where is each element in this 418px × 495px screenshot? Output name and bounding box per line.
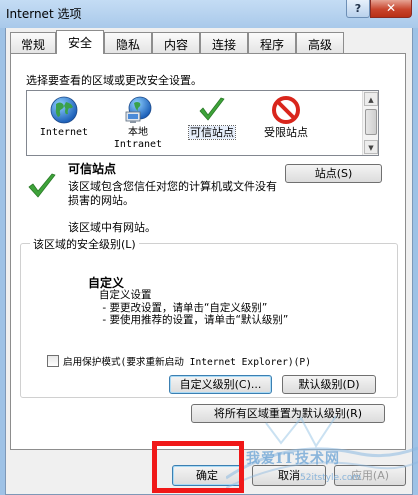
protected-mode-row[interactable]: 启用保护模式(要求重新启动 Internet Explorer)(P) — [47, 354, 311, 368]
default-level-button[interactable]: 默认级别(D) — [282, 375, 376, 394]
protected-mode-label[interactable]: 启用保护模式(要求重新启动 Internet Explorer)(P) — [63, 354, 311, 368]
window-title: Internet 选项 — [6, 7, 82, 21]
zone-item-internet[interactable]: Internet — [29, 91, 99, 139]
zone-list[interactable]: Internet 本地 Intranet 可信站点 受限站点 ▲ ▼ — [26, 90, 379, 156]
zone-label-local-intranet: 本地 Intranet — [113, 127, 163, 150]
trusted-zone-check-icon — [28, 173, 56, 198]
tab-content[interactable]: 内容 — [152, 32, 200, 53]
scroll-thumb[interactable] — [365, 109, 377, 135]
level-desc-line-3: - 要使用推荐的设置，请单击“默认级别” — [99, 314, 289, 326]
custom-level-button[interactable]: 自定义级别(C)... — [169, 375, 272, 394]
security-level-description: 自定义设置 - 要更改设置，请单击“自定义级别” - 要使用推荐的设置，请单击“… — [99, 289, 359, 327]
zone-list-scrollbar[interactable]: ▲ ▼ — [362, 91, 378, 155]
scroll-down-icon[interactable]: ▼ — [364, 140, 378, 154]
level-desc-line-1: 自定义设置 — [99, 289, 152, 301]
help-button[interactable]: ? — [346, 0, 370, 18]
zone-label-restricted-sites: 受限站点 — [264, 126, 308, 139]
zone-label-internet: Internet — [39, 127, 89, 138]
sites-button[interactable]: 站点(S) — [285, 164, 382, 183]
no-entry-icon — [272, 96, 300, 124]
close-button[interactable]: ✕ — [370, 0, 412, 18]
zone-prompt: 选择要查看的区域或更改安全设置。 — [26, 74, 202, 87]
zone-item-restricted-sites[interactable]: 受限站点 — [251, 91, 321, 139]
watermark-url: 52itstyle.com — [300, 473, 362, 483]
scroll-up-icon[interactable]: ▲ — [364, 92, 378, 106]
tab-programs[interactable]: 程序 — [248, 32, 296, 53]
zone-label-wrap: 可信站点 — [177, 125, 247, 140]
watermark-text: 我爱IT技术网 — [246, 451, 340, 467]
protected-mode-checkbox[interactable] — [47, 355, 59, 367]
zone-label-trusted-sites: 可信站点 — [188, 125, 236, 140]
tab-general[interactable]: 常规 — [10, 32, 56, 53]
zone-item-trusted-sites[interactable]: 可信站点 — [177, 91, 247, 140]
security-level-group-label: 该区域的安全级别(L) — [30, 236, 139, 252]
selected-zone-name: 可信站点 — [68, 162, 117, 176]
zone-item-local-intranet[interactable]: 本地 Intranet — [103, 91, 173, 151]
tab-advanced[interactable]: 高级 — [296, 32, 344, 53]
local-intranet-icon — [125, 96, 152, 123]
tab-privacy[interactable]: 隐私 — [104, 32, 152, 53]
globe-icon — [50, 96, 78, 124]
ok-highlight-box — [152, 441, 244, 493]
check-icon — [199, 97, 225, 121]
selected-zone-description: 该区域包含您信任对您的计算机或文件没有损害的网站。 — [68, 180, 277, 207]
tab-security[interactable]: 安全 — [56, 30, 104, 54]
reset-all-zones-button[interactable]: 将所有区域重置为默认级别(R) — [191, 404, 385, 423]
level-desc-line-2: - 要更改设置，请单击“自定义级别” — [99, 301, 268, 314]
tab-connections[interactable]: 连接 — [200, 32, 248, 53]
zone-sites-note: 该区域中有网站。 — [68, 221, 156, 234]
